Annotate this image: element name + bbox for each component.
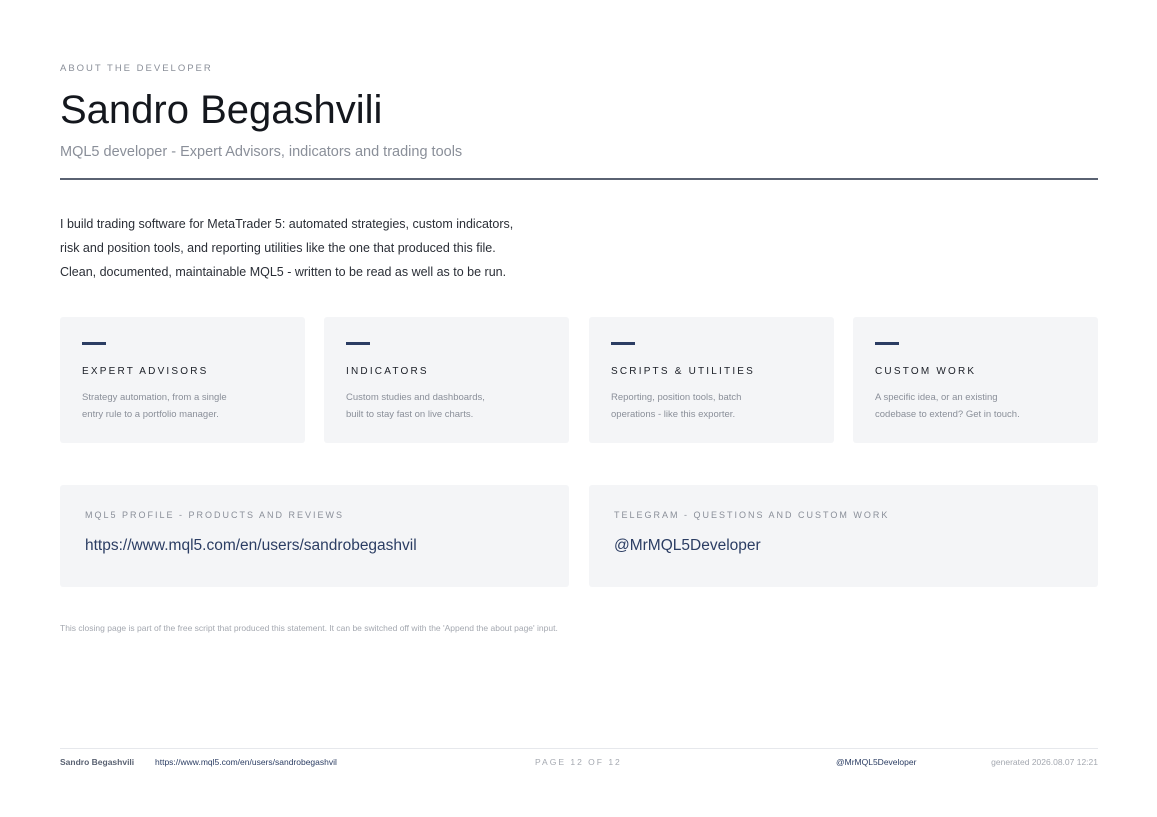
service-cards: EXPERT ADVISORS Strategy automation, fro… <box>60 317 1098 443</box>
footer-url-link[interactable]: https://www.mql5.com/en/users/sandrobega… <box>155 757 337 767</box>
contact-telegram: TELEGRAM - QUESTIONS AND CUSTOM WORK @Mr… <box>589 485 1098 587</box>
card-description-line: A specific idea, or an existing <box>875 392 998 403</box>
footer-divider <box>60 748 1098 749</box>
section-eyebrow: ABOUT THE DEVELOPER <box>60 63 213 74</box>
card-description-line: built to stay fast on live charts. <box>346 409 474 420</box>
card-description-line: Strategy automation, from a single <box>82 392 227 403</box>
card-custom-work: CUSTOM WORK A specific idea, or an exist… <box>853 317 1098 443</box>
intro-line: Clean, documented, maintainable MQL5 - w… <box>60 265 507 279</box>
contact-mql5-profile: MQL5 PROFILE - PRODUCTS AND REVIEWS http… <box>60 485 569 587</box>
intro-line: I build trading software for MetaTrader … <box>60 217 514 231</box>
card-title: INDICATORS <box>346 366 429 377</box>
about-page: ABOUT THE DEVELOPER Sandro Begashvili MQ… <box>60 0 1098 817</box>
card-expert-advisors: EXPERT ADVISORS Strategy automation, fro… <box>60 317 305 443</box>
card-accent-bar <box>82 342 106 345</box>
card-description-line: Reporting, position tools, batch <box>611 392 742 403</box>
closing-note: This closing page is part of the free sc… <box>60 623 558 633</box>
contact-panels: MQL5 PROFILE - PRODUCTS AND REVIEWS http… <box>60 485 1098 587</box>
card-accent-bar <box>346 342 370 345</box>
card-title: EXPERT ADVISORS <box>82 366 209 377</box>
mql5-profile-link[interactable]: https://www.mql5.com/en/users/sandrobega… <box>85 537 417 555</box>
intro-text: I build trading software for MetaTrader … <box>60 212 580 284</box>
card-accent-bar <box>611 342 635 345</box>
page-footer: Sandro Begashvili https://www.mql5.com/e… <box>60 757 1098 769</box>
card-description: Custom studies and dashboards, built to … <box>346 389 546 423</box>
header-divider <box>60 178 1098 180</box>
card-title: CUSTOM WORK <box>875 366 977 377</box>
card-indicators: INDICATORS Custom studies and dashboards… <box>324 317 569 443</box>
card-description-line: codebase to extend? Get in touch. <box>875 409 1020 420</box>
card-scripts-utilities: SCRIPTS & UTILITIES Reporting, position … <box>589 317 834 443</box>
card-description: Reporting, position tools, batch operati… <box>611 389 811 423</box>
contact-label: TELEGRAM - QUESTIONS AND CUSTOM WORK <box>614 510 890 520</box>
page-number: PAGE 12 OF 12 <box>535 757 622 767</box>
card-description: A specific idea, or an existing codebase… <box>875 389 1075 423</box>
card-description-line: entry rule to a portfolio manager. <box>82 409 219 420</box>
developer-name: Sandro Begashvili <box>60 88 383 132</box>
card-description-line: Custom studies and dashboards, <box>346 392 485 403</box>
card-title: SCRIPTS & UTILITIES <box>611 366 756 377</box>
card-accent-bar <box>875 342 899 345</box>
footer-telegram-link[interactable]: @MrMQL5Developer <box>836 757 916 767</box>
card-description: Strategy automation, from a single entry… <box>82 389 282 423</box>
card-description-line: operations - like this exporter. <box>611 409 736 420</box>
generated-timestamp: generated 2026.08.07 12:21 <box>991 757 1098 767</box>
telegram-handle-link[interactable]: @MrMQL5Developer <box>614 537 761 555</box>
contact-label: MQL5 PROFILE - PRODUCTS AND REVIEWS <box>85 510 345 520</box>
footer-name: Sandro Begashvili <box>60 757 135 767</box>
intro-line: risk and position tools, and reporting u… <box>60 241 496 255</box>
developer-tagline: MQL5 developer - Expert Advisors, indica… <box>60 144 463 160</box>
